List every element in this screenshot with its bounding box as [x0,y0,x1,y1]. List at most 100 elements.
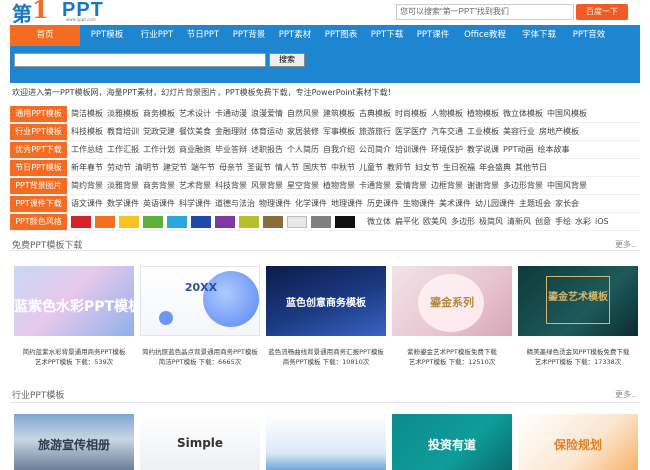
category-link[interactable]: 清明节 [135,159,159,177]
category-tag[interactable]: PPT课件下载 [10,196,67,212]
category-link[interactable]: 清新风 [507,213,531,231]
category-link[interactable]: 微立体模板 [503,105,543,123]
category-link[interactable]: 汽车交通 [431,123,463,141]
color-swatch[interactable] [311,216,331,228]
category-link[interactable]: 公司简介 [359,141,391,159]
category-link[interactable]: 多边形背景 [503,177,543,195]
category-link[interactable]: 历史课件 [367,195,399,213]
template-card[interactable]: 投资有道 [392,414,512,470]
nav-item[interactable]: PPT音效 [564,25,614,46]
category-link[interactable]: 教育培训 [107,123,139,141]
category-link[interactable]: 教师节 [387,159,411,177]
category-link[interactable]: 古典模板 [359,105,391,123]
category-link[interactable]: 物理课件 [259,195,291,213]
category-link[interactable]: 工作汇报 [107,141,139,159]
template-caption[interactable]: 精美墨绿色烫金风PPT模板免费下载 [518,348,638,357]
category-link[interactable]: 时尚模板 [395,105,427,123]
template-thumbnail[interactable]: 蓝色创意商务模板 [266,266,386,336]
category-link[interactable]: 建筑模板 [323,105,355,123]
nav-item[interactable]: PPT背景 [226,25,272,46]
category-link[interactable]: 极简风 [479,213,503,231]
nav-item[interactable]: 行业PPT [134,25,180,46]
color-swatch[interactable] [143,216,163,228]
category-link[interactable]: 自我介绍 [323,141,355,159]
category-link[interactable]: 数学课件 [107,195,139,213]
color-swatch[interactable] [287,216,307,228]
template-caption[interactable]: 紫粉鎏金艺术PPT模板免费下载 [392,348,512,357]
nav-item[interactable]: 首页 [10,25,80,46]
industry-more-link[interactable]: 更多.. [615,389,636,400]
template-thumbnail[interactable]: 蓝紫色水彩PPT模板 [14,266,134,336]
category-tag[interactable]: 通用PPT模板 [10,106,67,122]
category-link[interactable]: PPT动画 [503,141,534,159]
category-link[interactable]: 英语课件 [143,195,175,213]
category-link[interactable]: 手绘 [555,213,571,231]
category-link[interactable]: 军事模板 [323,123,355,141]
nav-item[interactable]: 节日PPT [180,25,226,46]
baidu-search-button[interactable]: 百度一下 [576,4,628,20]
template-thumbnail[interactable]: 鎏金艺术模板 [518,266,638,336]
category-link[interactable]: 毕业答辩 [215,141,247,159]
site-logo[interactable]: 第 1 PPT www.1ppt.com [12,0,137,26]
category-link[interactable]: 环境保护 [431,141,463,159]
category-link[interactable]: 金融理财 [215,123,247,141]
template-caption[interactable]: 简约蓝紫水彩背景通用商务PPT模板 [14,348,134,357]
category-link[interactable]: 房地产模板 [539,123,579,141]
category-link[interactable]: 建党节 [163,159,187,177]
template-caption[interactable]: 简约抗原蓝色晶点背景通用商务PPT模板 [140,348,260,357]
category-link[interactable]: 人物模板 [431,105,463,123]
template-caption[interactable]: 蓝色流畅曲线背景通用商务汇报PPT模板 [266,348,386,357]
category-link[interactable]: 绘本故事 [538,141,570,159]
category-link[interactable]: 微立体 [367,213,391,231]
category-link[interactable]: 培训课件 [395,141,427,159]
category-link[interactable]: iOS [595,213,609,231]
category-link[interactable]: 扁平化 [395,213,419,231]
category-tag[interactable]: PPT颜色风格 [10,214,67,230]
nav-item[interactable]: PPT图表 [318,25,364,46]
color-swatch[interactable] [335,216,355,228]
template-thumbnail[interactable]: 保险规划 [518,414,638,470]
category-link[interactable]: 植物背景 [323,177,355,195]
category-link[interactable]: 劳动节 [107,159,131,177]
category-link[interactable]: 爱情背景 [395,177,427,195]
category-link[interactable]: 中国风模板 [547,105,587,123]
nav-item[interactable]: 字体下载 [514,25,564,46]
category-link[interactable]: 创意 [535,213,551,231]
category-link[interactable]: 欧美风 [423,213,447,231]
category-link[interactable]: 家居装修 [287,123,319,141]
site-search-button[interactable]: 搜索 [269,53,305,67]
template-thumbnail[interactable]: Simple [140,414,260,470]
category-link[interactable]: 谢谢背景 [467,177,499,195]
category-link[interactable]: 中国风背景 [547,177,587,195]
site-search-input[interactable] [14,53,266,67]
category-link[interactable]: 其他节日 [515,159,547,177]
template-thumbnail[interactable] [266,414,386,470]
template-card[interactable]: Simple [140,414,260,470]
category-link[interactable]: 国庆节 [303,159,327,177]
category-tag[interactable]: 节日PPT模板 [10,160,67,176]
category-link[interactable]: 母亲节 [219,159,243,177]
category-tag[interactable]: PPT背景图片 [10,178,67,194]
category-link[interactable]: 植物模板 [467,105,499,123]
color-swatch[interactable] [119,216,139,228]
category-link[interactable]: 商务背景 [143,177,175,195]
category-link[interactable]: 语文课件 [71,195,103,213]
nav-item[interactable]: Office教程 [456,25,514,46]
color-swatch[interactable] [239,216,259,228]
category-link[interactable]: 科技模板 [71,123,103,141]
category-link[interactable]: 幼儿园课件 [475,195,515,213]
category-link[interactable]: 水彩 [575,213,591,231]
category-link[interactable]: 浪漫爱情 [251,105,283,123]
nav-item[interactable]: PPT素材 [272,25,318,46]
nav-item[interactable]: PPT模板 [80,25,134,46]
category-link[interactable]: 风景背景 [251,177,283,195]
category-link[interactable]: 艺术背景 [179,177,211,195]
category-link[interactable]: 党政党建 [143,123,175,141]
category-link[interactable]: 简约背景 [71,177,103,195]
template-card[interactable] [266,414,386,470]
category-link[interactable]: 卡通动漫 [215,105,247,123]
category-link[interactable]: 道德与法治 [215,195,255,213]
category-tag[interactable]: 优秀PPT下载 [10,142,67,158]
category-link[interactable]: 中秋节 [331,159,355,177]
category-link[interactable]: 地理课件 [331,195,363,213]
